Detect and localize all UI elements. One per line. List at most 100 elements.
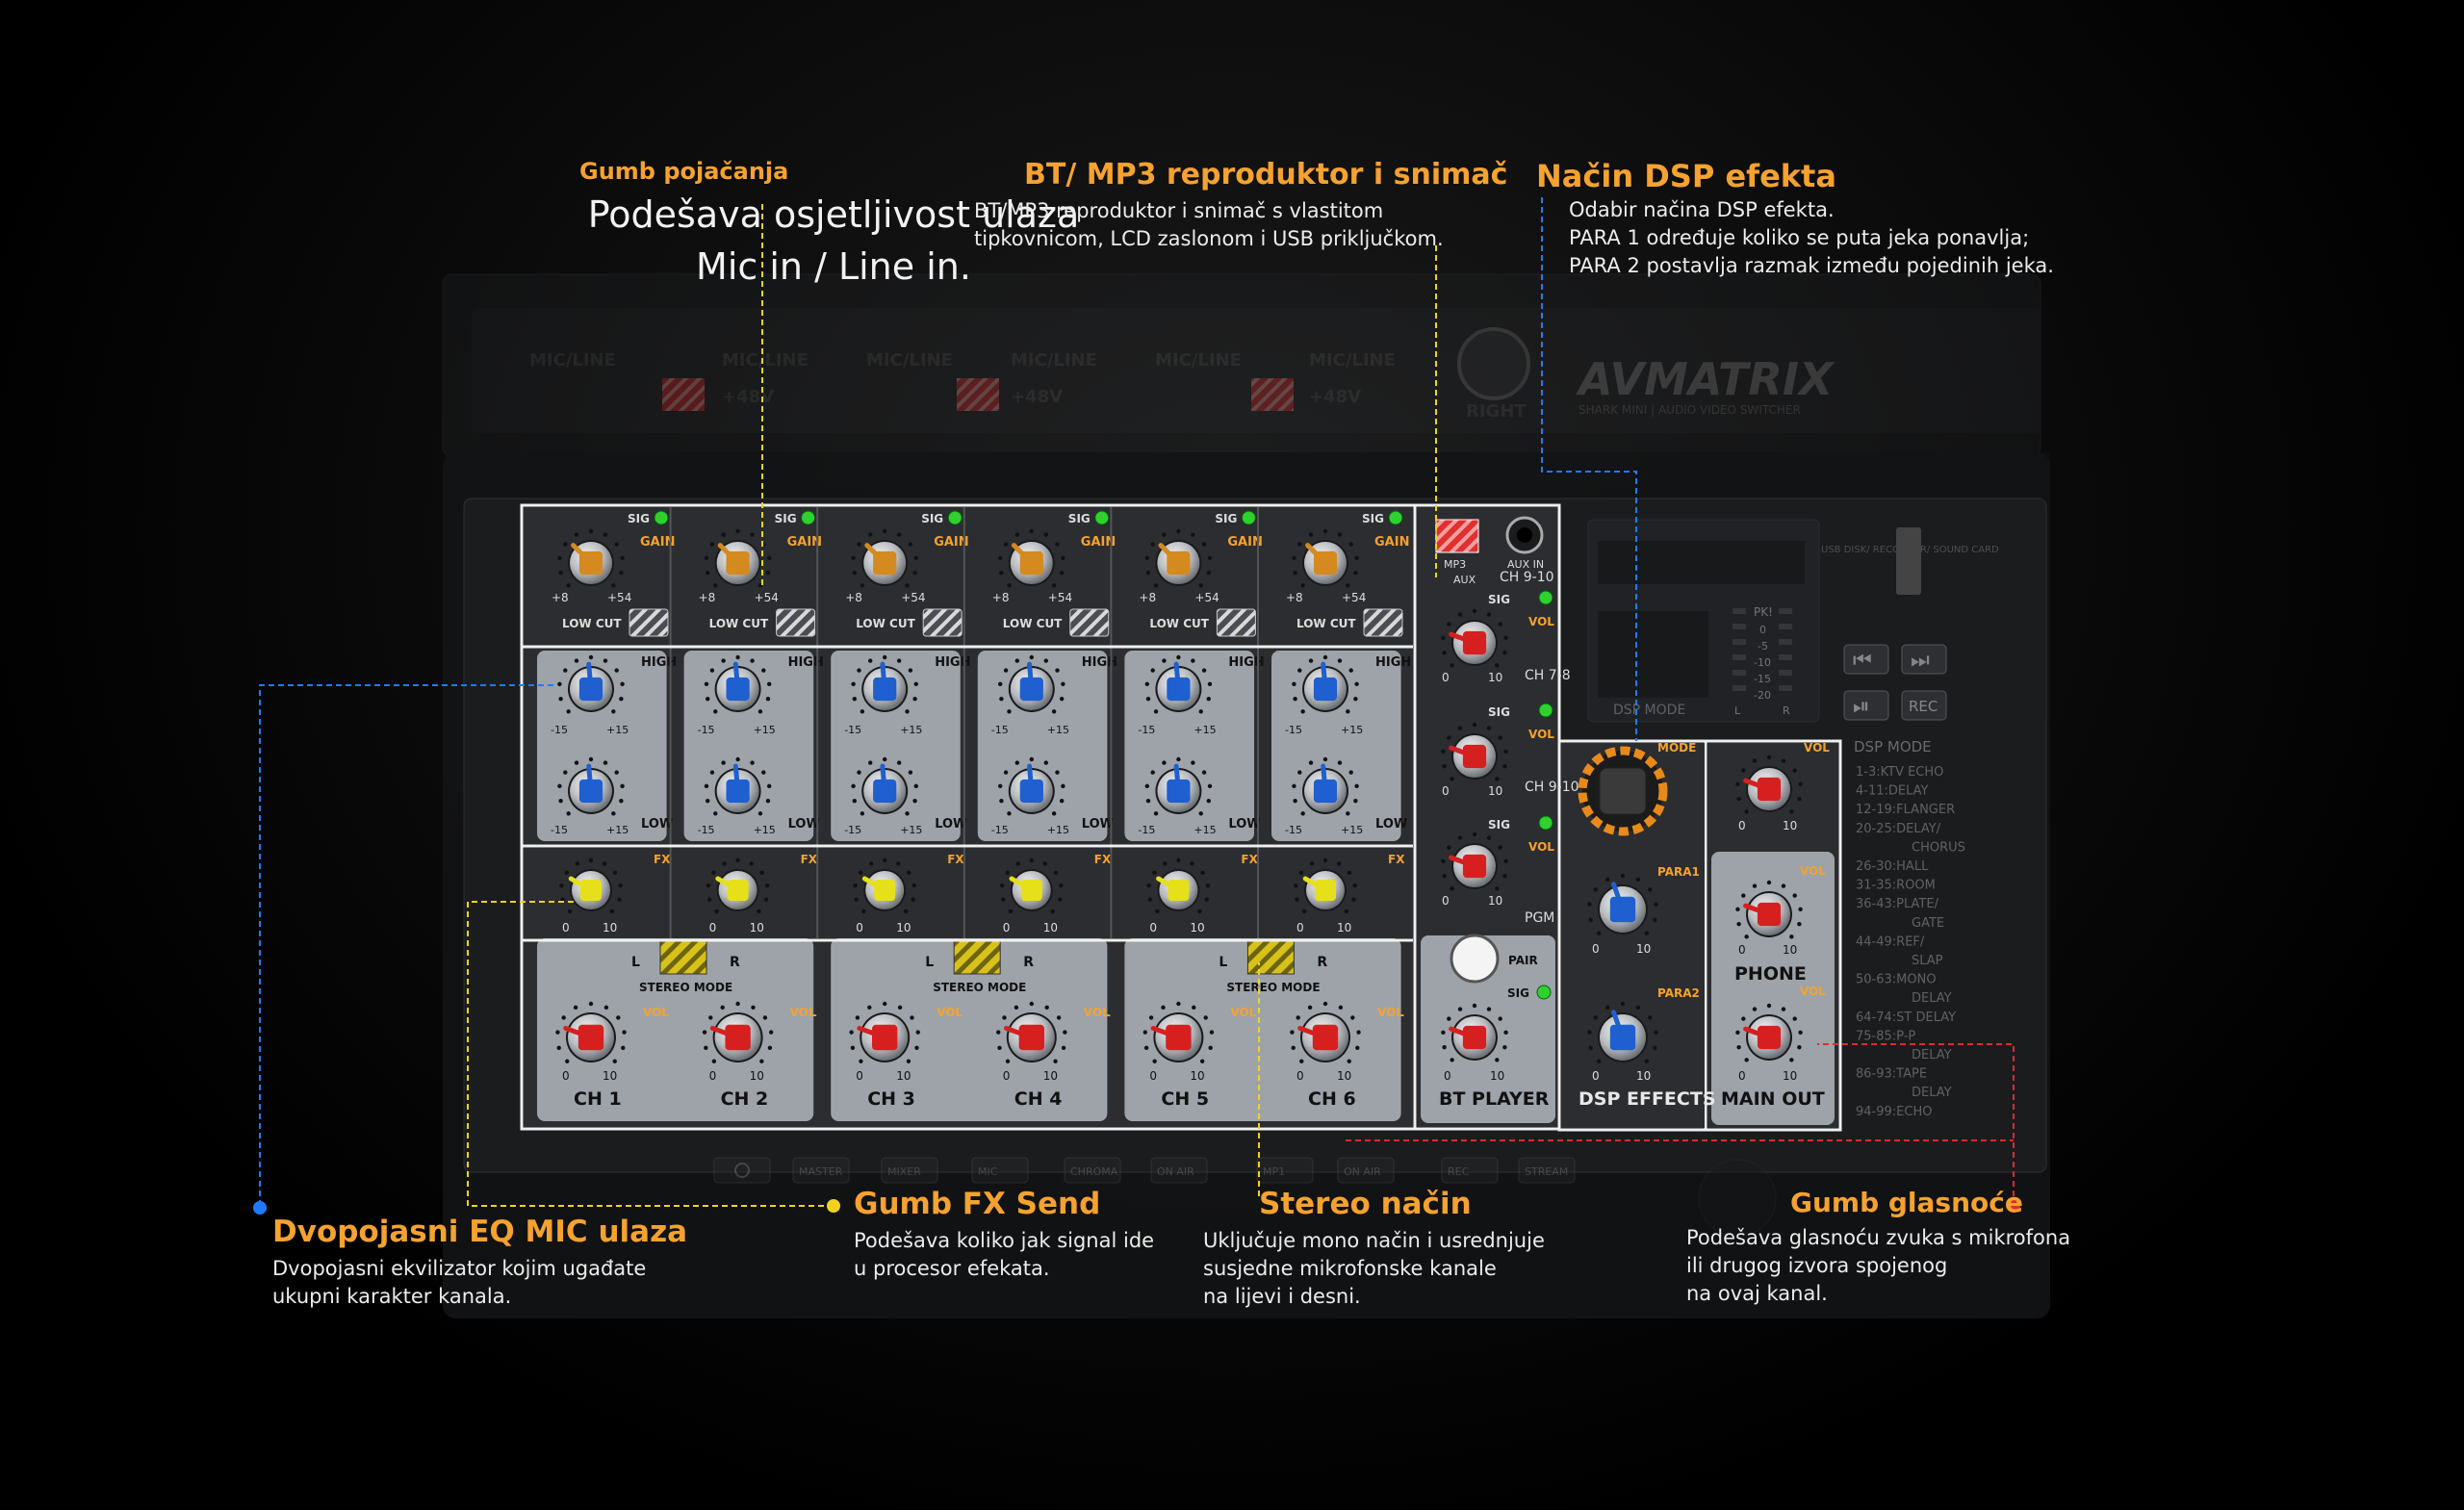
knob-tick <box>1502 763 1507 769</box>
knob-tick <box>998 681 1003 687</box>
knob-tick <box>574 532 579 537</box>
knob-tick <box>1337 532 1343 537</box>
knob-tick <box>1043 760 1048 765</box>
knob-tick <box>1735 781 1740 787</box>
annotation-dsp: Način DSP efekta Odabir načina DSP efekt… <box>1536 158 2054 280</box>
eq-high-label: HIGH <box>788 655 824 670</box>
knob-tick <box>735 857 740 863</box>
knob-tick <box>751 1005 756 1011</box>
knob-cap <box>1019 779 1043 804</box>
knob-tick <box>1498 845 1502 850</box>
knob-tick <box>708 1015 713 1020</box>
knob-tick <box>913 555 918 561</box>
annotation-fx: Gumb FX Send Podešava koliko jak signal … <box>854 1187 1154 1283</box>
vol-label: VOL <box>1528 728 1554 741</box>
knob-tick <box>735 756 740 762</box>
annotation-bt: BT/ MP3 reproduktor i snimač BT/MP3 repr… <box>974 158 1507 253</box>
knob-tick <box>896 532 902 537</box>
switcher-button-label: MIC <box>978 1165 998 1178</box>
low-cut-switch[interactable] <box>776 608 816 637</box>
knob-cap <box>1168 880 1190 901</box>
sig-label: SIG <box>1488 705 1510 719</box>
knob-tick <box>709 770 715 775</box>
knob-tick <box>1503 635 1508 641</box>
knob-tick <box>913 783 918 789</box>
knob-tick <box>1347 870 1352 875</box>
knob-tick <box>905 583 910 588</box>
knob-tick <box>1005 1059 1011 1063</box>
knob-tick <box>1781 758 1786 763</box>
knob-tick <box>867 1005 872 1011</box>
vol-min: 0 <box>562 1069 570 1083</box>
switcher-button-label: MP1 <box>1263 1165 1285 1178</box>
low-cut-switch[interactable] <box>629 608 669 637</box>
knob-tick <box>996 1030 1001 1035</box>
eq-min: -15 <box>698 724 715 736</box>
power-button[interactable] <box>713 1157 771 1184</box>
knob-tick <box>1588 917 1593 923</box>
eq-max: +15 <box>900 724 922 736</box>
stereo-mode-switch[interactable] <box>659 940 707 975</box>
mp3-aux-switch[interactable] <box>1435 519 1479 553</box>
bg-phantom-label: +48V <box>1011 387 1063 407</box>
gain-max: +54 <box>1194 591 1219 604</box>
dsp-mode-item: 64-74:ST DELAY <box>1856 1011 1956 1025</box>
knob-tick <box>1059 570 1065 576</box>
aux-label: AUX <box>1453 574 1476 586</box>
knob-cap <box>1462 744 1487 769</box>
low-cut-switch[interactable] <box>1363 608 1403 637</box>
knob-tick <box>611 583 616 588</box>
knob-tick <box>709 668 715 673</box>
sig-label: SIG <box>1215 512 1237 525</box>
knob-cap <box>872 1024 898 1051</box>
next-icon: ⏭ <box>1911 649 1930 673</box>
stereo-left-label: L <box>925 955 934 970</box>
knob-tick <box>1295 897 1299 902</box>
knob-tick <box>1348 770 1353 775</box>
stereo-mode-label: STEREO MODE <box>639 981 732 994</box>
knob-tick <box>1293 798 1297 804</box>
knob-tick <box>1798 781 1803 787</box>
knob-tick <box>1292 783 1296 789</box>
bg-brand-sub: SHARK MINI | AUDIO VIDEO SWITCHER <box>1578 403 1801 417</box>
knob-tick <box>557 555 562 561</box>
meter-right-label: R <box>1783 704 1790 717</box>
sig-label: SIG <box>1488 818 1510 832</box>
annotation-volume: Gumb glasnoće Podešava glasnoću zvuka s … <box>1686 1187 2070 1308</box>
knob-tick <box>1201 668 1207 673</box>
gain-min: +8 <box>699 591 716 604</box>
knob-tick <box>759 1059 764 1063</box>
knob-tick <box>1207 783 1213 789</box>
low-cut-switch[interactable] <box>1216 608 1256 637</box>
knob-cap <box>1462 630 1487 655</box>
bg-mic-line-label: MIC/LINE <box>1309 350 1396 371</box>
stereo-mode-switch[interactable] <box>953 940 1001 975</box>
knob-tick <box>735 1001 740 1007</box>
knob-cap <box>1167 550 1191 576</box>
knob-tick <box>905 709 910 714</box>
low-cut-switch[interactable] <box>922 608 962 637</box>
knob-tick <box>1346 583 1350 588</box>
knob-tick <box>883 528 887 534</box>
knob-cap <box>725 1024 751 1051</box>
knob-tick <box>1653 1045 1657 1051</box>
knob-tick <box>620 681 625 687</box>
knob-tick <box>851 555 856 561</box>
knob-tick <box>618 883 623 888</box>
knob-tick <box>1146 883 1151 888</box>
dsp-mode-item: GATE <box>1912 916 1944 931</box>
knob-cap <box>1167 779 1191 804</box>
knob-tick <box>1015 861 1020 866</box>
stereo-right-label: R <box>730 955 740 970</box>
knob-tick <box>912 570 917 576</box>
stereo-mode-switch[interactable] <box>1246 940 1295 975</box>
knob-tick <box>1498 622 1502 627</box>
knob-tick <box>868 760 873 765</box>
sig-label: SIG <box>628 512 650 525</box>
knob-tick <box>1299 1059 1304 1063</box>
vol-max: 10 <box>1488 894 1502 908</box>
switcher-button-label: REC <box>1448 1165 1470 1178</box>
knob-cap <box>1313 779 1338 804</box>
pair-button[interactable] <box>1450 934 1500 984</box>
low-cut-switch[interactable] <box>1069 608 1110 637</box>
